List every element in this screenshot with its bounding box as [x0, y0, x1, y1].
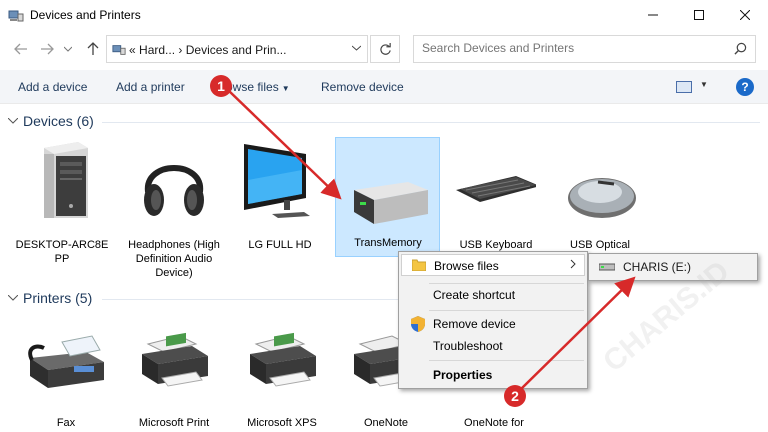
device-label: Fax — [56, 417, 76, 429]
keyboard-icon — [456, 176, 536, 202]
add-device-button[interactable]: Add a device — [18, 80, 87, 94]
chevron-right-icon — [570, 258, 576, 272]
up-button[interactable] — [84, 40, 102, 58]
devices-printers-icon — [8, 10, 24, 22]
printer-fax[interactable]: Fax — [16, 318, 116, 432]
mouse-icon — [568, 178, 636, 218]
device-label: USB Keyboard — [459, 239, 533, 251]
address-dropdown-button[interactable] — [351, 42, 362, 54]
shield-icon — [411, 316, 425, 332]
maximize-icon — [694, 10, 704, 20]
title-bar: Devices and Printers — [0, 0, 768, 30]
change-view-icon[interactable] — [676, 81, 692, 93]
annotation-badge-2: 2 — [504, 385, 526, 407]
back-arrow-icon — [14, 43, 27, 55]
breadcrumb-overflow[interactable]: « — [129, 43, 136, 57]
remove-device-button[interactable]: Remove device — [321, 80, 404, 94]
forward-arrow-icon — [41, 43, 54, 55]
minimize-icon — [648, 14, 658, 16]
help-icon: ? — [741, 80, 749, 94]
device-transmemory[interactable]: TransMemory — [335, 137, 440, 257]
menu-item-create-shortcut[interactable]: Create shortcut — [401, 284, 585, 306]
printer-icon — [250, 332, 316, 387]
printers-group-title: Printers (5) — [23, 290, 93, 306]
folder-icon — [412, 259, 426, 271]
view-options-dropdown[interactable]: ▼ — [700, 80, 708, 89]
command-bar: Add a device Add a printer Browse files ▼… — [0, 70, 768, 104]
chevron-down-icon — [7, 116, 19, 127]
menu-separator — [429, 310, 584, 311]
close-button[interactable] — [722, 0, 768, 30]
device-label: Headphones (High Definition Audio Device… — [128, 239, 220, 279]
drive-icon — [599, 263, 615, 271]
device-label: Microsoft Print — [138, 417, 210, 429]
minimize-button[interactable] — [630, 0, 676, 30]
device-mouse[interactable]: USB Optical — [550, 140, 650, 268]
breadcrumb-item-hardware[interactable]: Hard... — [139, 43, 175, 57]
devices-group-header[interactable]: Devices (6) — [7, 113, 94, 129]
search-icon — [734, 42, 747, 55]
device-desktop[interactable]: DESKTOP-ARC8E PP — [12, 140, 112, 268]
search-input[interactable] — [422, 41, 722, 55]
add-printer-button[interactable]: Add a printer — [116, 80, 185, 94]
menu-separator — [429, 360, 584, 361]
back-button[interactable] — [12, 40, 30, 58]
help-button[interactable]: ? — [736, 78, 754, 96]
fax-icon — [28, 335, 104, 388]
breadcrumb: « Hard... › Devices and Prin... — [129, 43, 286, 57]
breadcrumb-separator[interactable]: › — [178, 43, 182, 57]
refresh-button[interactable] — [370, 35, 400, 63]
chevron-down-icon — [351, 45, 362, 51]
maximize-button[interactable] — [676, 0, 722, 30]
context-menu: Browse files Create shortcut Remove devi… — [398, 251, 588, 389]
device-label: OneNote for — [464, 417, 524, 429]
group-divider — [102, 122, 760, 123]
device-label: Microsoft XPS — [247, 417, 317, 429]
headphones-icon — [144, 165, 204, 216]
control-panel-icon — [112, 45, 126, 55]
dropdown-arrow-icon: ▼ — [281, 84, 290, 93]
device-label: USB Optical — [570, 239, 630, 251]
group-divider — [102, 299, 398, 300]
device-label: TransMemory — [354, 237, 422, 249]
device-label: DESKTOP-ARC8E PP — [15, 239, 109, 265]
printer-icon — [142, 332, 208, 387]
close-icon — [740, 10, 750, 20]
search-box[interactable] — [413, 35, 756, 63]
up-arrow-icon — [87, 42, 99, 55]
window-title: Devices and Printers — [30, 8, 141, 22]
device-label: LG FULL HD — [248, 239, 312, 251]
device-keyboard[interactable]: USB Keyboard — [446, 140, 546, 268]
refresh-icon — [379, 42, 391, 55]
menu-item-troubleshoot[interactable]: Troubleshoot — [401, 335, 585, 357]
menu-item-remove-device[interactable]: Remove device — [401, 313, 585, 335]
menu-item-properties[interactable]: Properties — [401, 364, 585, 386]
printer-microsoft-xps[interactable]: Microsoft XPS — [232, 318, 332, 432]
address-bar[interactable]: « Hard... › Devices and Prin... — [106, 35, 368, 63]
chevron-down-icon — [64, 46, 72, 52]
device-monitor[interactable]: LG FULL HD — [230, 140, 330, 268]
forward-button[interactable] — [38, 40, 56, 58]
menu-item-browse-files[interactable]: Browse files — [401, 254, 585, 276]
chevron-down-icon — [7, 293, 19, 304]
annotation-badge-1: 1 — [210, 75, 232, 97]
recent-locations-button[interactable] — [62, 40, 74, 58]
devices-group-title: Devices (6) — [23, 113, 94, 129]
device-label: OneNote — [363, 417, 409, 429]
navigation-bar: « Hard... › Devices and Prin... — [0, 30, 768, 70]
computer-tower-icon — [44, 142, 88, 218]
printer-microsoft-print[interactable]: Microsoft Print — [124, 318, 224, 432]
device-headphones[interactable]: Headphones (High Definition Audio Device… — [124, 140, 224, 279]
breadcrumb-item-devices[interactable]: Devices and Prin... — [186, 43, 287, 57]
monitor-icon — [244, 144, 310, 218]
printers-group-header[interactable]: Printers (5) — [7, 290, 93, 306]
